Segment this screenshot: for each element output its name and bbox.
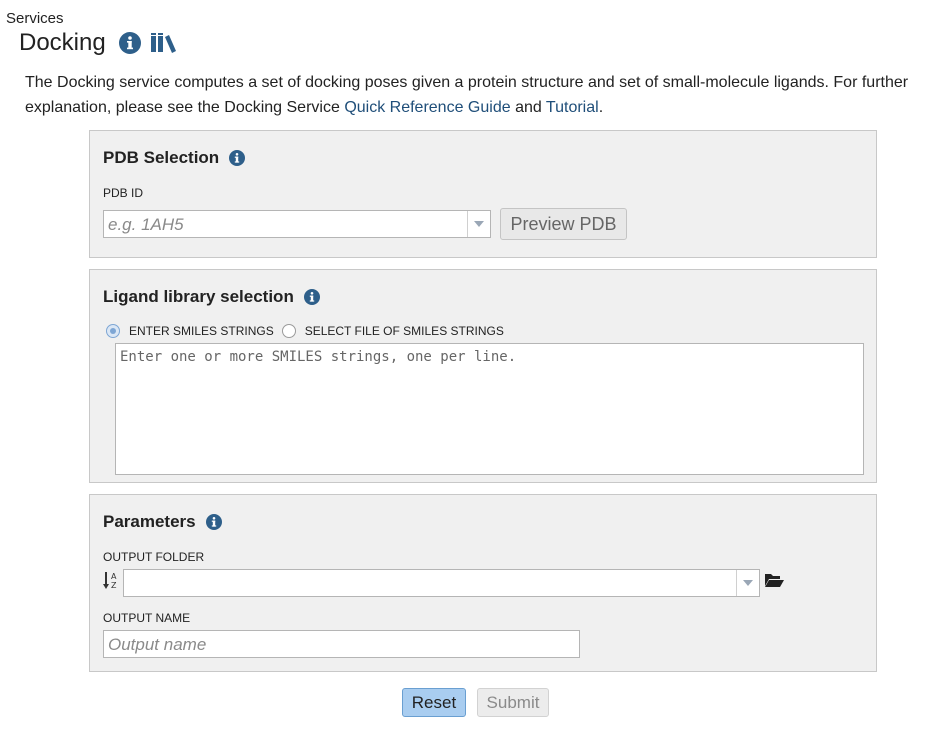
- pdb-selection-title: PDB Selection: [103, 148, 246, 168]
- quick-reference-link[interactable]: Quick Reference Guide: [344, 99, 510, 116]
- info-icon[interactable]: [229, 150, 246, 166]
- ligand-library-panel: Ligand library selection ENTER SMILES ST…: [89, 269, 877, 483]
- info-icon[interactable]: [303, 289, 320, 305]
- output-name-placeholder: Output name: [108, 635, 207, 654]
- output-name-label: OUTPUT NAME: [103, 611, 191, 625]
- parameters-panel: Parameters OUTPUT FOLDER A Z OUTPUT NAME…: [89, 494, 877, 672]
- output-folder-combobox[interactable]: [123, 569, 760, 597]
- ligand-library-title-text: Ligand library selection: [103, 287, 294, 306]
- page-header: Docking: [19, 28, 177, 58]
- reset-button[interactable]: Reset: [402, 688, 466, 717]
- ligand-library-title: Ligand library selection: [103, 287, 320, 307]
- smiles-textarea[interactable]: Enter one or more SMILES strings, one pe…: [115, 343, 864, 475]
- ligand-input-mode: ENTER SMILES STRINGS SELECT FILE OF SMIL…: [106, 324, 512, 338]
- preview-pdb-button[interactable]: Preview PDB: [500, 208, 627, 240]
- output-name-input[interactable]: Output name: [103, 630, 580, 658]
- page-title: Docking: [19, 29, 106, 56]
- info-icon[interactable]: [205, 514, 222, 530]
- intro-text: The Docking service computes a set of do…: [25, 70, 930, 120]
- smiles-strings-radio[interactable]: [106, 324, 120, 338]
- parameters-title: Parameters: [103, 512, 222, 532]
- smiles-file-radio-label[interactable]: SELECT FILE OF SMILES STRINGS: [305, 324, 504, 338]
- sort-az-icon[interactable]: A Z: [103, 571, 121, 591]
- pdb-id-combobox[interactable]: e.g. 1AH5: [103, 210, 491, 238]
- parameters-title-text: Parameters: [103, 512, 196, 531]
- pdb-selection-title-text: PDB Selection: [103, 148, 220, 167]
- chevron-down-icon[interactable]: [467, 211, 490, 237]
- submit-button[interactable]: Submit: [477, 688, 549, 717]
- pdb-selection-panel: PDB Selection PDB ID e.g. 1AH5 Preview P…: [89, 130, 877, 258]
- output-folder-label: OUTPUT FOLDER: [103, 550, 205, 564]
- breadcrumb[interactable]: Services: [6, 10, 64, 27]
- intro-text-and: and: [510, 99, 546, 116]
- smiles-strings-radio-label[interactable]: ENTER SMILES STRINGS: [129, 324, 274, 338]
- pdb-id-label: PDB ID: [103, 186, 144, 200]
- svg-text:Z: Z: [111, 581, 117, 590]
- intro-text-end: .: [598, 99, 604, 116]
- pdb-id-placeholder: e.g. 1AH5: [108, 215, 184, 234]
- info-icon[interactable]: [118, 32, 141, 54]
- svg-text:A: A: [111, 572, 117, 581]
- folder-open-icon[interactable]: [764, 572, 784, 588]
- chevron-down-icon[interactable]: [736, 570, 759, 596]
- library-icon[interactable]: [150, 32, 177, 54]
- smiles-file-radio[interactable]: [281, 324, 296, 338]
- smiles-placeholder: Enter one or more SMILES strings, one pe…: [120, 349, 517, 365]
- tutorial-link[interactable]: Tutorial: [546, 99, 599, 116]
